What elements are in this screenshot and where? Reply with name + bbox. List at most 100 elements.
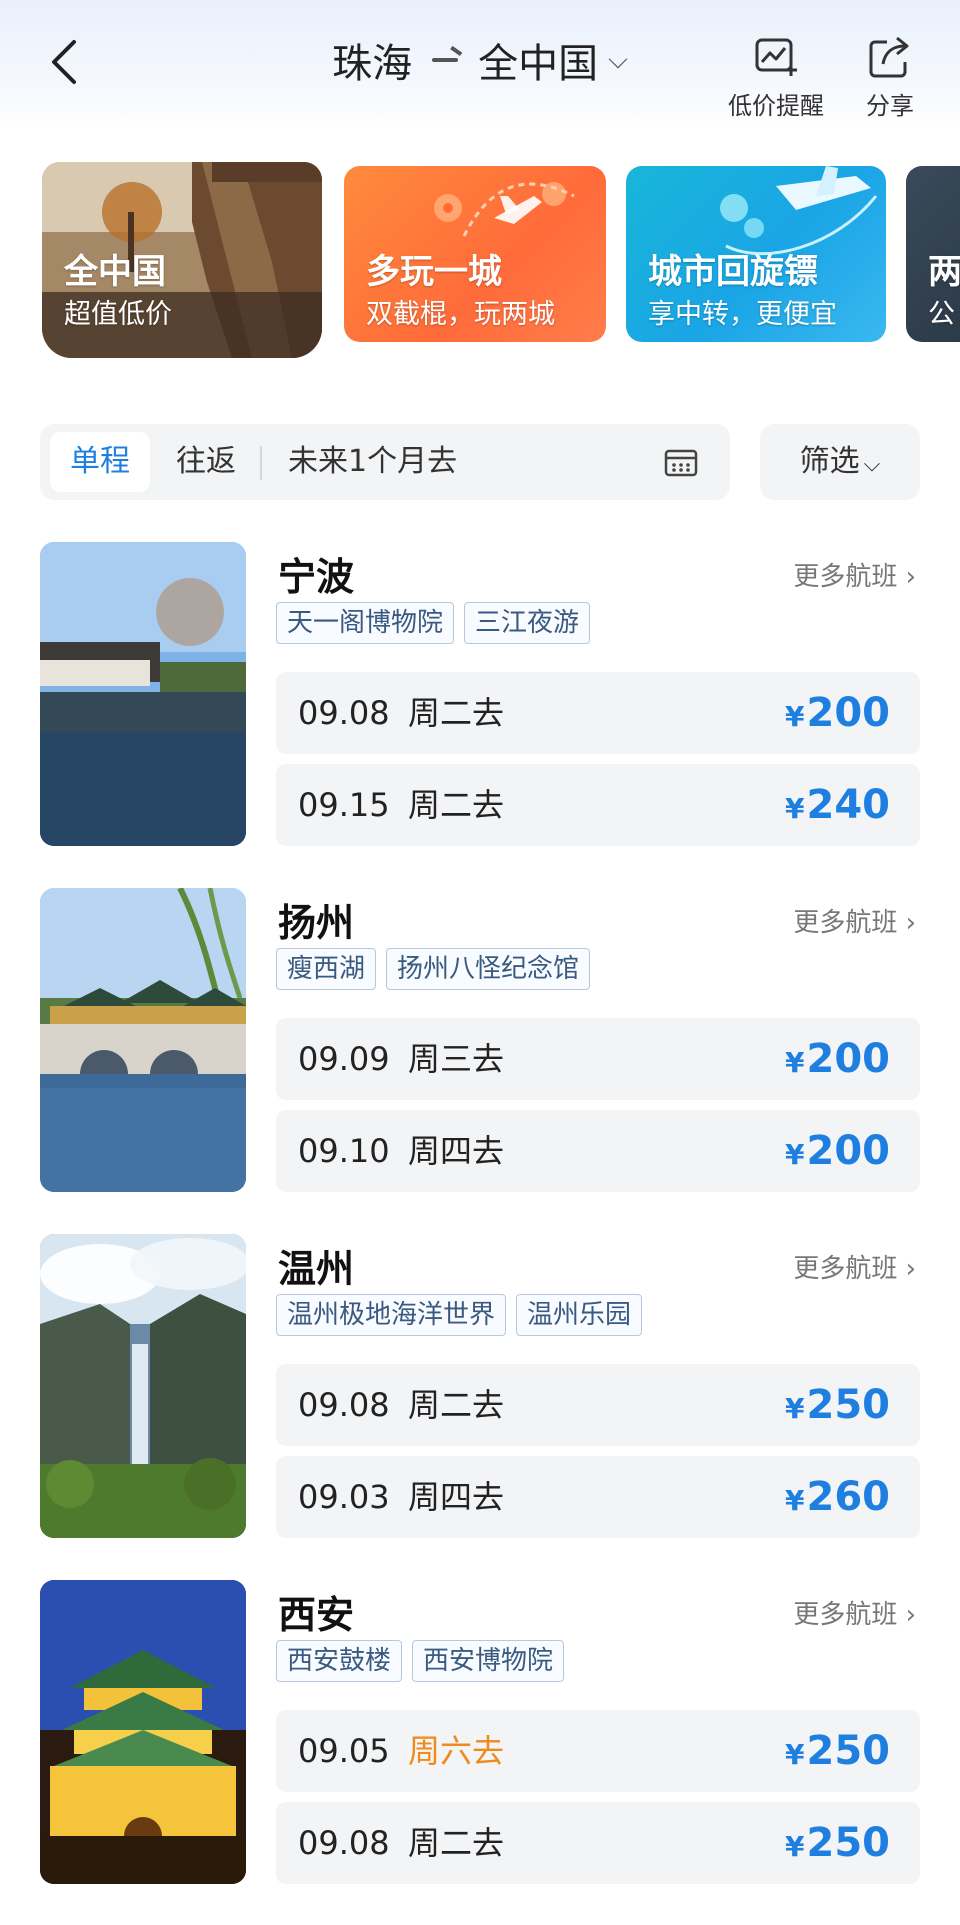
fare-row[interactable]: 09.09 周三去 ¥200: [276, 1018, 920, 1100]
fare-amount: 260: [806, 1474, 891, 1520]
fare-price: ¥250: [785, 1364, 890, 1450]
chevron-right-icon: ›: [905, 908, 916, 938]
price-alert-label: 低价提醒: [728, 92, 824, 120]
currency-symbol: ¥: [785, 1738, 805, 1771]
destination-card[interactable]: 温州 更多航班 › 温州极地海洋世界 温州乐园 09.08 周二去 ¥250 0…: [0, 1234, 960, 1544]
attraction-tag: 西安博物院: [412, 1640, 565, 1682]
fare-amount: 200: [806, 1128, 891, 1174]
attraction-tag: 温州乐园: [516, 1294, 643, 1336]
chevron-right-icon: ›: [905, 562, 916, 592]
filter-label: 筛选: [799, 444, 860, 479]
fare-row[interactable]: 09.10 周四去 ¥200: [276, 1110, 920, 1192]
destination-city: 扬州: [278, 901, 355, 945]
more-flights-link[interactable]: 更多航班 ›: [793, 556, 916, 593]
destination-card[interactable]: 扬州 更多航班 › 瘦西湖 扬州八怪纪念馆 09.09 周三去 ¥200 09.…: [0, 888, 960, 1198]
currency-symbol: ¥: [785, 1484, 805, 1517]
destination-city: 全中国: [478, 41, 599, 87]
fare-price: ¥240: [785, 764, 890, 850]
divider: [260, 446, 262, 480]
attraction-tags: 天一阁博物院 三江夜游: [276, 602, 591, 644]
price-alert-button[interactable]: 低价提醒: [728, 34, 824, 121]
attraction-tag: 温州极地海洋世界: [276, 1294, 507, 1336]
fare-row[interactable]: 09.03 周四去 ¥260: [276, 1456, 920, 1538]
fare-date: 09.09: [298, 1040, 390, 1078]
category-title: 城市回旋镖: [648, 252, 818, 292]
tab-one-way[interactable]: 单程: [50, 432, 150, 492]
more-flights-label: 更多航班: [793, 562, 898, 592]
fare-date: 09.03: [298, 1478, 390, 1516]
date-range-selector[interactable]: 未来1个月去: [288, 432, 457, 492]
fare-row[interactable]: 09.05 周六去 ¥250: [276, 1710, 920, 1792]
filter-button[interactable]: 筛选 ⌵: [760, 424, 920, 500]
fare-amount: 250: [806, 1820, 891, 1866]
fare-date: 09.08: [298, 1824, 390, 1862]
destination-image: [40, 1234, 246, 1538]
destination-image: [40, 888, 246, 1192]
fare-date: 09.10: [298, 1132, 390, 1170]
destination-city: 宁波: [278, 555, 355, 599]
destination-card[interactable]: 西安 更多航班 › 西安鼓楼 西安博物院 09.05 周六去 ¥250 09.0…: [0, 1580, 960, 1890]
attraction-tags: 西安鼓楼 西安博物院: [276, 1640, 565, 1682]
category-card-two-cities[interactable]: 两 公: [906, 166, 960, 342]
category-carousel: 全中国 超值低价 多玩一城 双截棍，玩两城 城市回旋镖 享中转，更便宜 两 公: [0, 162, 960, 358]
fare-price: ¥200: [785, 1110, 890, 1196]
attraction-tags: 温州极地海洋世界 温州乐园: [276, 1294, 643, 1336]
fare-date: 09.08: [298, 694, 390, 732]
fare-weekday: 周六去: [408, 1732, 505, 1770]
attraction-tag: 瘦西湖: [276, 948, 377, 990]
fare-weekday: 周二去: [408, 786, 505, 824]
fare-amount: 240: [806, 782, 891, 828]
calendar-icon[interactable]: [664, 446, 698, 478]
category-subtitle: 双截棍，玩两城: [366, 299, 555, 330]
origin-city: 珠海: [332, 41, 413, 87]
category-card-boomerang[interactable]: 城市回旋镖 享中转，更便宜: [626, 166, 886, 342]
fare-row[interactable]: 09.08 周二去 ¥200: [276, 672, 920, 754]
share-button[interactable]: 分享: [866, 34, 914, 121]
more-flights-label: 更多航班: [793, 1600, 898, 1630]
attraction-tag: 天一阁博物院: [276, 602, 455, 644]
category-title: 两: [928, 252, 960, 292]
fare-amount: 200: [806, 1036, 891, 1082]
top-header: 珠海 全中国 ⌵ 低价提醒 分享: [0, 0, 960, 130]
fare-weekday: 周三去: [408, 1040, 505, 1078]
attraction-tag: 扬州八怪纪念馆: [386, 948, 591, 990]
more-flights-link[interactable]: 更多航班 ›: [793, 1248, 916, 1285]
fare-amount: 250: [806, 1728, 891, 1774]
more-flights-link[interactable]: 更多航班 ›: [793, 1594, 916, 1631]
destination-image: [40, 1580, 246, 1884]
fare-date: 09.05: [298, 1732, 390, 1770]
arrow-icon: [432, 58, 459, 62]
more-flights-label: 更多航班: [793, 908, 898, 938]
category-subtitle: 超值低价: [64, 299, 172, 330]
destination-city: 西安: [278, 1593, 355, 1637]
fare-price: ¥200: [785, 672, 890, 758]
category-title: 全中国: [64, 252, 166, 292]
fare-date: 09.08: [298, 1386, 390, 1424]
fare-weekday: 周四去: [408, 1478, 505, 1516]
currency-symbol: ¥: [785, 792, 805, 825]
category-card-multi-city[interactable]: 多玩一城 双截棍，玩两城: [344, 166, 606, 342]
currency-symbol: ¥: [785, 1392, 805, 1425]
category-subtitle: 享中转，更便宜: [648, 299, 837, 330]
fare-row[interactable]: 09.08 周二去 ¥250: [276, 1802, 920, 1884]
more-flights-label: 更多航班: [793, 1254, 898, 1284]
fare-amount: 250: [806, 1382, 891, 1428]
fare-weekday: 周二去: [408, 1386, 505, 1424]
destination-image: [40, 542, 246, 846]
fare-amount: 200: [806, 690, 891, 736]
destination-city: 温州: [278, 1247, 355, 1291]
fare-row[interactable]: 09.15 周二去 ¥240: [276, 764, 920, 846]
fare-price: ¥200: [785, 1018, 890, 1104]
fare-row[interactable]: 09.08 周二去 ¥250: [276, 1364, 920, 1446]
tab-round-trip[interactable]: 往返: [158, 432, 254, 492]
fare-price: ¥250: [785, 1802, 890, 1888]
currency-symbol: ¥: [785, 1138, 805, 1171]
fare-weekday: 周二去: [408, 1824, 505, 1862]
destination-card[interactable]: 宁波 更多航班 › 天一阁博物院 三江夜游 09.08 周二去 ¥200 09.…: [0, 542, 960, 852]
more-flights-link[interactable]: 更多航班 ›: [793, 902, 916, 939]
category-card-all-china[interactable]: 全中国 超值低价: [42, 162, 322, 358]
chevron-right-icon: ›: [905, 1600, 916, 1630]
currency-symbol: ¥: [785, 700, 805, 733]
chevron-right-icon: ›: [905, 1254, 916, 1284]
chevron-down-icon: ⌵: [863, 452, 881, 477]
